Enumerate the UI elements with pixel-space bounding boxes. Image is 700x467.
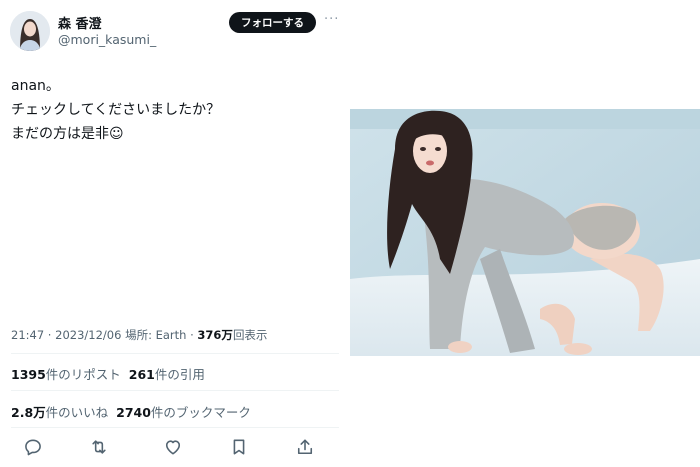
meta-separator: · [44,328,56,342]
tweet-panel: 森 香澄 @mori_kasumi_ フォローする ··· anan。 チェック… [0,0,348,467]
tweet-meta: 21:47 · 2023/12/06 場所: Earth · 376万回表示 [11,327,267,343]
like-bookmark-stats: 2.8万件のいいね 2740件のブックマーク [11,402,251,421]
tweet-line-2: チェックしてくださいましたか？ [11,102,221,118]
tweet-time[interactable]: 21:47 [11,328,44,342]
avatar[interactable] [10,11,50,51]
quote-label[interactable]: 件の引用 [155,367,205,382]
tweet-date[interactable]: 2023/12/06 [55,328,121,342]
divider [11,427,339,428]
like-count[interactable]: 2.8万 [11,405,46,420]
reply-icon[interactable] [23,437,43,457]
bookmark-count[interactable]: 2740 [116,405,151,420]
user-handle[interactable]: @mori_kasumi_ [58,32,156,47]
tweet-line-1: anan。 [11,78,60,94]
more-icon[interactable]: ··· [324,12,339,27]
bookmark-label[interactable]: 件のブックマーク [151,405,251,420]
display-name[interactable]: 森 香澄 [58,13,102,32]
repost-quote-stats: 1395件のリポスト 261件の引用 [11,364,205,383]
like-label[interactable]: 件のいいね [46,405,109,420]
quote-count[interactable]: 261 [129,367,155,382]
action-bar [23,437,323,457]
divider [11,353,339,354]
repost-icon[interactable] [89,437,109,457]
repost-label[interactable]: 件のリポスト [46,367,121,382]
follow-button[interactable]: フォローする [229,12,316,33]
like-icon[interactable] [163,437,183,457]
tweet-location: 場所: Earth · [121,328,198,342]
divider [11,390,339,391]
bookmark-icon[interactable] [229,437,249,457]
share-icon[interactable] [295,437,315,457]
tweet-line-3: まだの方は是非☺︎ [11,126,124,142]
repost-count[interactable]: 1395 [11,367,46,382]
tweet-photo[interactable] [350,109,700,356]
view-count: 376万 [197,328,233,342]
tweet-text: anan。 チェックしてくださいましたか？ まだの方は是非☺︎ [11,74,220,146]
view-label: 回表示 [232,328,268,342]
